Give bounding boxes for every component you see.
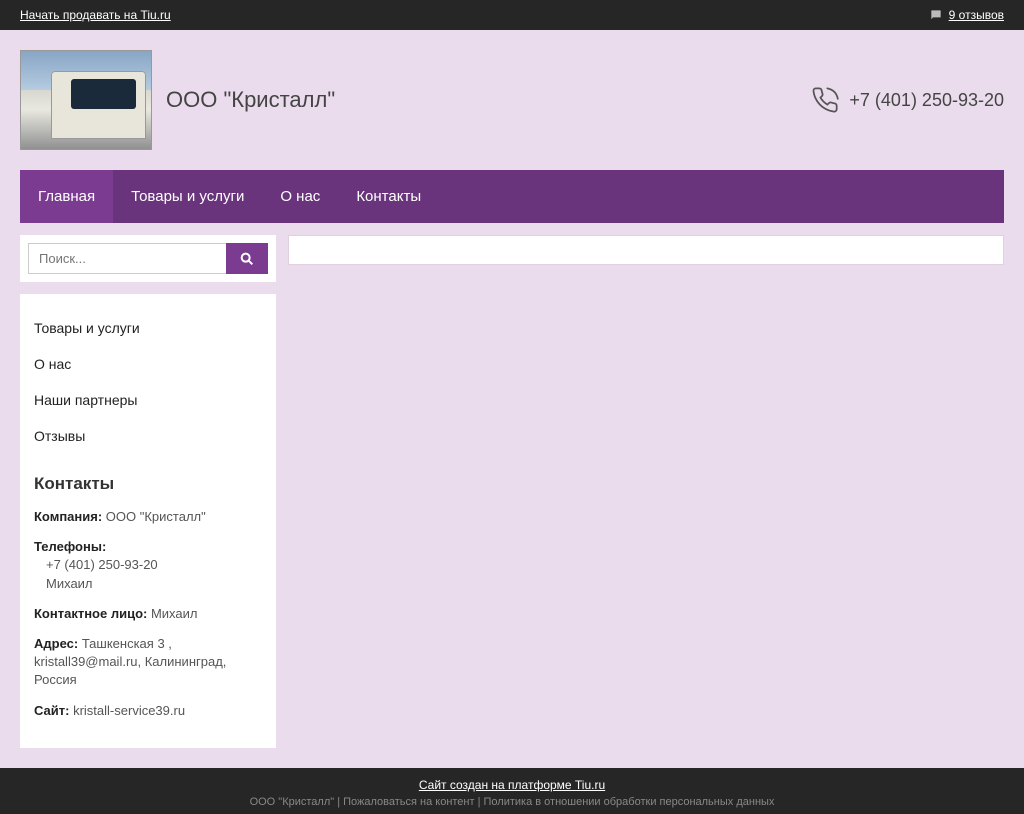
side-menu-item[interactable]: Товары и услуги bbox=[34, 310, 262, 346]
main-nav: Главная Товары и услуги О нас Контакты bbox=[20, 170, 1004, 223]
reviews-count[interactable]: 9 отзывов bbox=[949, 8, 1004, 22]
site-label: Сайт: bbox=[34, 703, 69, 718]
side-menu-item[interactable]: Наши партнеры bbox=[34, 382, 262, 418]
nav-home[interactable]: Главная bbox=[20, 170, 113, 223]
search-button[interactable] bbox=[226, 243, 268, 274]
company-label: Компания: bbox=[34, 509, 102, 524]
side-menu-card: Товары и услуги О нас Наши партнеры Отзы… bbox=[20, 294, 276, 748]
contacts-block: Контакты Компания: ООО "Кристалл" Телефо… bbox=[34, 474, 262, 720]
content: Товары и услуги О нас Наши партнеры Отзы… bbox=[0, 223, 1024, 768]
search-input[interactable] bbox=[28, 243, 226, 274]
reviews-icon bbox=[929, 8, 943, 22]
company-logo[interactable] bbox=[20, 50, 152, 150]
header: ООО "Кристалл" +7 (401) 250-93-20 bbox=[0, 30, 1024, 170]
topbar: Начать продавать на Tiu.ru 9 отзывов bbox=[0, 0, 1024, 30]
contact-phone-number: +7 (401) 250-93-20 bbox=[46, 557, 158, 572]
header-left: ООО "Кристалл" bbox=[20, 50, 335, 150]
phone-icon bbox=[811, 86, 839, 114]
footer-platform-link[interactable]: Сайт создан на платформе Tiu.ru bbox=[419, 778, 605, 792]
nav-about[interactable]: О нас bbox=[262, 170, 338, 223]
phones-label: Телефоны: bbox=[34, 539, 106, 554]
phone-number: +7 (401) 250-93-20 bbox=[849, 90, 1004, 111]
main-content bbox=[288, 235, 1004, 265]
reviews-link[interactable]: 9 отзывов bbox=[929, 8, 1004, 22]
footer: Сайт создан на платформе Tiu.ru ООО "Кри… bbox=[0, 768, 1024, 814]
header-phone[interactable]: +7 (401) 250-93-20 bbox=[811, 86, 1004, 114]
contact-person-value: Михаил bbox=[151, 606, 198, 621]
nav-contacts[interactable]: Контакты bbox=[338, 170, 439, 223]
site-value[interactable]: kristall-service39.ru bbox=[73, 703, 185, 718]
search-icon bbox=[239, 251, 255, 267]
search-box bbox=[20, 235, 276, 282]
side-menu: Товары и услуги О нас Наши партнеры Отзы… bbox=[34, 310, 262, 454]
address-label: Адрес: bbox=[34, 636, 78, 651]
company-name: ООО "Кристалл" bbox=[166, 87, 335, 113]
nav-products[interactable]: Товары и услуги bbox=[113, 170, 262, 223]
footer-sub: ООО "Кристалл" | Пожаловаться на контент… bbox=[0, 796, 1024, 808]
start-selling-link[interactable]: Начать продавать на Tiu.ru bbox=[20, 8, 171, 22]
contact-person-label: Контактное лицо: bbox=[34, 606, 147, 621]
contact-phone-name: Михаил bbox=[46, 576, 93, 591]
side-menu-item[interactable]: Отзывы bbox=[34, 418, 262, 454]
contacts-heading: Контакты bbox=[34, 474, 262, 494]
sidebar: Товары и услуги О нас Наши партнеры Отзы… bbox=[20, 235, 276, 748]
company-value: ООО "Кристалл" bbox=[106, 509, 206, 524]
side-menu-item[interactable]: О нас bbox=[34, 346, 262, 382]
